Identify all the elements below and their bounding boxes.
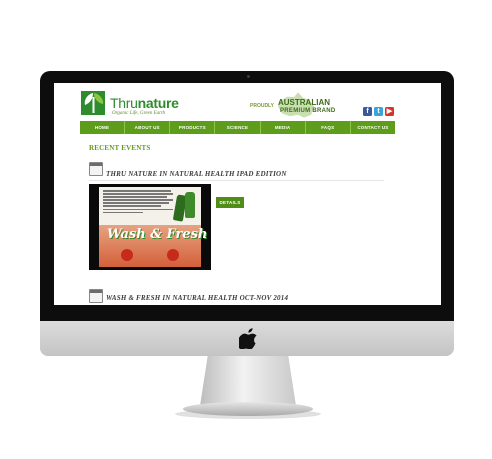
product-bottle-icon bbox=[185, 192, 195, 218]
apple-logo-icon bbox=[239, 328, 257, 349]
website-screen: Thrunature Organic Life, Green Earth PRO… bbox=[54, 83, 441, 305]
main-nav: HOME ABOUT US PRODUCTS SCIENCE MEDIA FAQ… bbox=[80, 121, 395, 134]
nav-faqs[interactable]: FAQS bbox=[306, 121, 351, 134]
badge-line2: PREMIUM BRAND bbox=[280, 108, 336, 114]
thumbnail-headline: Wash & Fresh bbox=[107, 227, 208, 242]
event-title[interactable]: THRU NATURE IN NATURAL HEALTH IPAD EDITI… bbox=[106, 170, 287, 178]
apple-fruit-icon bbox=[167, 249, 179, 261]
nav-products[interactable]: PRODUCTS bbox=[170, 121, 216, 134]
brand-name-part2: nature bbox=[137, 95, 179, 111]
brand-name-part1: Thru bbox=[110, 95, 138, 111]
badge-line1: AUSTRALIAN bbox=[278, 98, 330, 107]
facebook-icon[interactable]: f bbox=[363, 107, 372, 116]
nav-science[interactable]: SCIENCE bbox=[215, 121, 261, 134]
thumbnail-article-text bbox=[103, 190, 173, 215]
nav-media[interactable]: MEDIA bbox=[261, 121, 306, 134]
details-button[interactable]: DETAILS bbox=[216, 197, 244, 208]
brand-name: Thrunature bbox=[110, 95, 179, 111]
social-links: f t ▶ bbox=[363, 107, 394, 116]
camera-dot bbox=[247, 75, 250, 78]
leaf-logo-icon bbox=[81, 91, 105, 115]
event-title[interactable]: WASH & FRESH IN NATURAL HEALTH OCT-NOV 2… bbox=[106, 294, 288, 302]
thumbnail-page: Wash & Fresh bbox=[99, 187, 207, 267]
section-title: RECENT EVENTS bbox=[89, 144, 151, 152]
calendar-icon bbox=[89, 289, 103, 303]
australian-brand-badge: PROUDLY AUSTRALIAN PREMIUM BRAND bbox=[250, 92, 342, 119]
youtube-icon[interactable]: ▶ bbox=[385, 107, 394, 116]
apple-fruit-icon bbox=[121, 249, 133, 261]
monitor-stand-base bbox=[183, 402, 313, 416]
calendar-icon bbox=[89, 162, 103, 176]
thumbnail-banner: Wash & Fresh bbox=[99, 225, 207, 267]
divider bbox=[89, 180, 384, 181]
brand-logo[interactable]: Thrunature Organic Life, Green Earth bbox=[80, 89, 190, 121]
nav-home[interactable]: HOME bbox=[80, 121, 126, 134]
brand-tagline: Organic Life, Green Earth bbox=[112, 111, 165, 116]
nav-contact-us[interactable]: CONTACT US bbox=[351, 121, 395, 134]
monitor-stand bbox=[200, 356, 296, 406]
event-thumbnail[interactable]: Wash & Fresh bbox=[89, 184, 211, 270]
badge-proudly: PROUDLY bbox=[250, 103, 274, 109]
nav-about-us[interactable]: ABOUT US bbox=[125, 121, 171, 134]
twitter-icon[interactable]: t bbox=[374, 107, 383, 116]
